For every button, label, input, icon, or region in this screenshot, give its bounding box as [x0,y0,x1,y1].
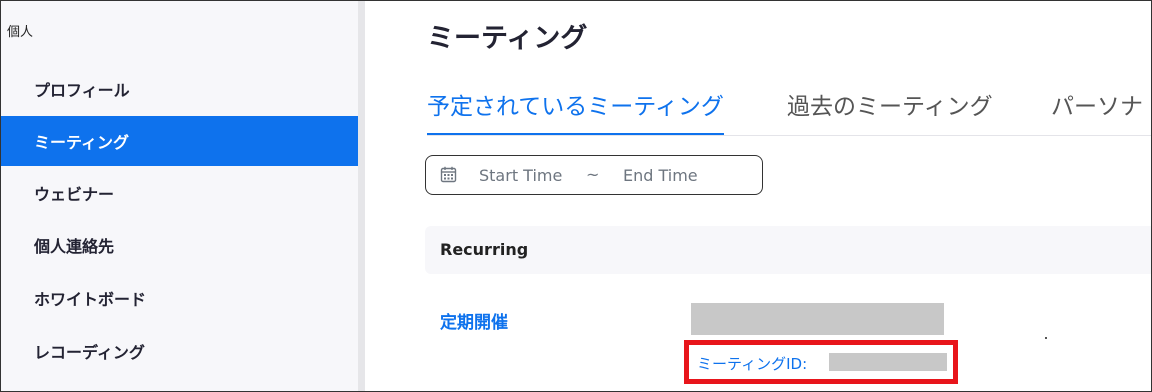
recurring-section-header: Recurring [425,226,1151,274]
decorative-dot [1045,337,1047,339]
section-title: Recurring [440,240,529,259]
sidebar-item-whiteboards[interactable]: ホワイトボード [1,273,358,323]
main-content: ミーティング 予定されているミーティング 過去のミーティング パーソナ Star… [365,1,1151,391]
page-title: ミーティング [427,23,588,54]
tab-previous[interactable]: 過去のミーティング [787,87,993,135]
meeting-id-label: ミーティングID: [697,355,808,373]
meeting-id-highlight: ミーティングID: [684,340,958,384]
sidebar-item-webinars[interactable]: ウェビナー [1,168,358,218]
tab-personal[interactable]: パーソナ [1051,87,1143,135]
start-time-field[interactable]: Start Time [479,166,562,185]
sidebar-item-recordings[interactable]: レコーディング [1,326,358,376]
date-range-separator: ~ [586,165,600,184]
sidebar: 個人 プロフィール ミーティング ウェビナー 個人連絡先 ホワイトボード レコー… [1,1,358,391]
redacted-meeting-title [691,303,944,335]
sidebar-item-meetings[interactable]: ミーティング [1,116,358,166]
sidebar-item-contacts[interactable]: 個人連絡先 [1,220,358,270]
sidebar-item-profile[interactable]: プロフィール [1,64,358,114]
calendar-icon [440,166,457,183]
end-time-field[interactable]: End Time [623,166,698,185]
sidebar-section-label: 個人 [7,25,34,40]
tabs-underline [427,135,1151,136]
date-range-picker[interactable]: Start Time ~ End Time [425,155,763,195]
tab-upcoming[interactable]: 予定されているミーティング [427,87,724,135]
meeting-topic-link[interactable]: 定期開催 [440,308,508,333]
redacted-meeting-id [829,353,947,371]
sidebar-divider [358,1,365,391]
